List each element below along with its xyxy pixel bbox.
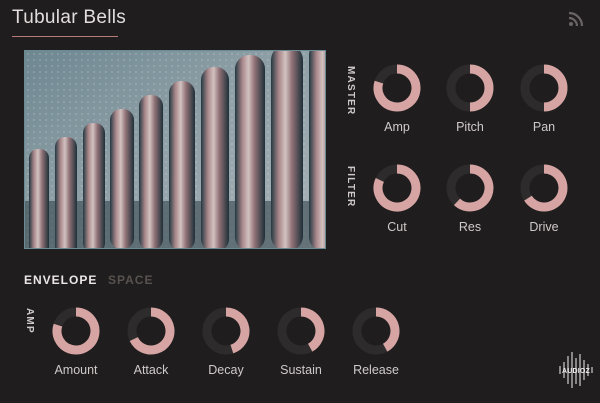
knob-attack[interactable]	[127, 307, 175, 355]
knob-label-sustain: Sustain	[280, 363, 322, 377]
instrument-image	[24, 50, 326, 249]
tab-space[interactable]: SPACE	[108, 273, 153, 287]
knob-label-pitch: Pitch	[456, 120, 484, 134]
knob-label-release: Release	[353, 363, 399, 377]
knob-decay[interactable]	[202, 307, 250, 355]
knob-drive[interactable]	[520, 164, 568, 212]
knob-label-decay: Decay	[208, 363, 244, 377]
knob-res[interactable]	[446, 164, 494, 212]
title-underline	[12, 36, 118, 37]
knob-label-cut: Cut	[387, 220, 407, 234]
watermark-text: AUDIOZ	[561, 368, 591, 375]
knob-pitch[interactable]	[446, 64, 494, 112]
knob-value-arc	[225, 307, 250, 354]
tab-envelope[interactable]: ENVELOPE	[24, 273, 97, 287]
knob-label-drive: Drive	[529, 220, 559, 234]
knob-label-pan: Pan	[532, 120, 556, 134]
knob-value-arc	[543, 64, 568, 112]
section-label-filter: FILTER	[345, 166, 356, 208]
knob-amount[interactable]	[52, 307, 100, 355]
knob-sustain[interactable]	[277, 307, 325, 355]
knob-label-amp: Amp	[384, 120, 410, 134]
knob-amp[interactable]	[373, 64, 421, 112]
knob-value-arc	[469, 64, 494, 112]
knob-label-attack: Attack	[133, 363, 169, 377]
knob-value-arc	[300, 307, 325, 352]
knob-pan[interactable]	[520, 64, 568, 112]
knob-label-res: Res	[458, 220, 482, 234]
knob-cut[interactable]	[373, 164, 421, 212]
knob-release[interactable]	[352, 307, 400, 355]
audioz-logo: AUDIOZ	[556, 350, 596, 390]
section-label-master: MASTER	[345, 66, 356, 116]
instrument-title: Tubular Bells	[12, 7, 127, 28]
knob-value-arc	[375, 307, 400, 352]
section-label-amp: AMP	[24, 308, 35, 334]
knob-label-amount: Amount	[54, 363, 98, 377]
rss-icon[interactable]	[568, 11, 584, 27]
